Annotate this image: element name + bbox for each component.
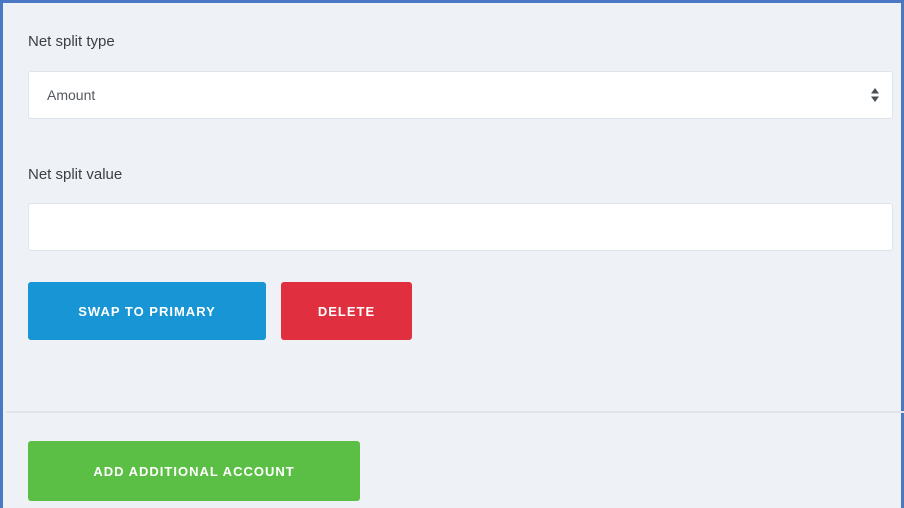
net-split-type-selected-value: Amount xyxy=(47,87,96,103)
add-additional-account-button[interactable]: ADD ADDITIONAL ACCOUNT xyxy=(28,441,360,501)
delete-button[interactable]: DELETE xyxy=(281,282,412,340)
up-down-caret-icon xyxy=(871,88,879,102)
account-split-panel: Net split type Amount Net split value SW… xyxy=(0,0,904,508)
swap-to-primary-button[interactable]: SWAP TO PRIMARY xyxy=(28,282,266,340)
net-split-type-label: Net split type xyxy=(28,33,115,50)
net-split-type-select[interactable]: Amount xyxy=(28,71,893,119)
section-divider xyxy=(6,411,904,413)
net-split-value-input[interactable] xyxy=(28,203,893,251)
net-split-value-label: Net split value xyxy=(28,166,123,183)
